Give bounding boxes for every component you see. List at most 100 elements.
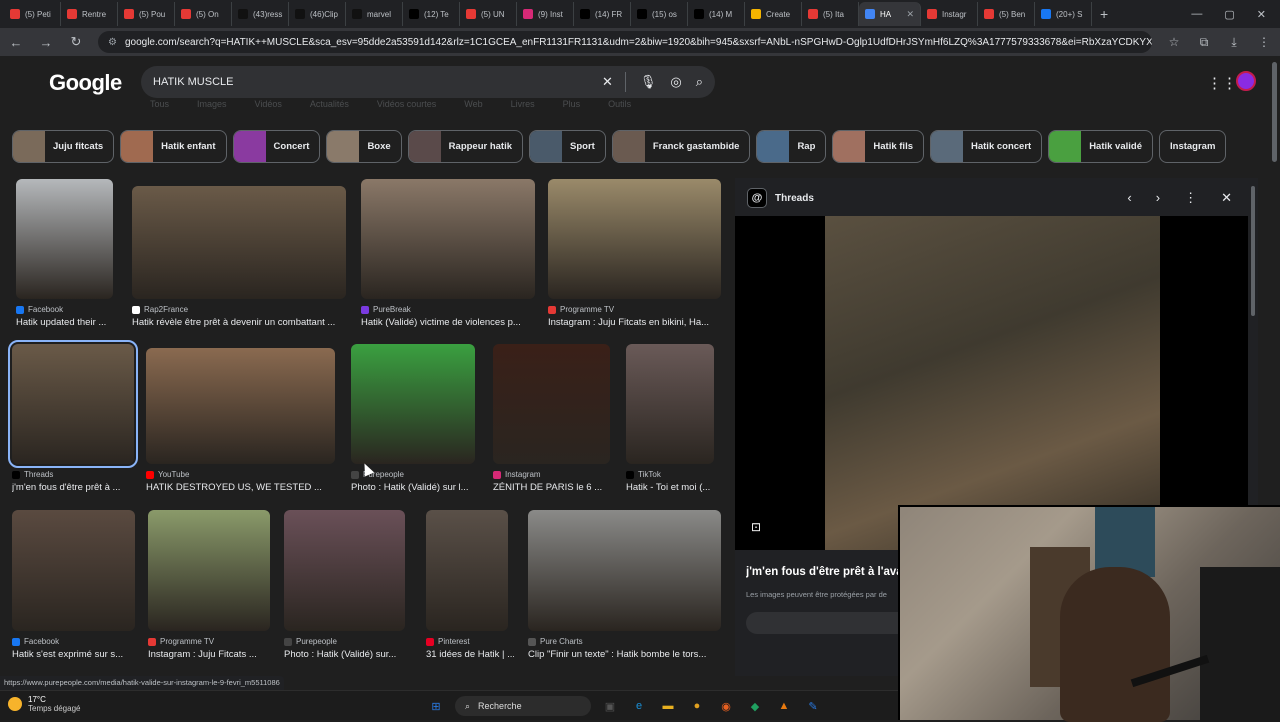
result-thumbnail[interactable] [351, 344, 475, 464]
chip-franck-gastambide[interactable]: Franck gastambide [611, 130, 751, 163]
mic-icon[interactable]: 🎙 [640, 74, 657, 90]
chip-concert[interactable]: Concert [232, 130, 321, 163]
result-source[interactable]: Facebook [12, 637, 141, 646]
image-result[interactable]: TikTok Hatik - Toi et moi (... [626, 344, 720, 493]
result-caption[interactable]: Hatik s'est exprimé sur s... [12, 649, 141, 660]
taskbar-search[interactable]: ⌕ Recherche [455, 696, 591, 716]
result-caption[interactable]: HATIK DESTROYED US, WE TESTED ... [146, 482, 341, 493]
address-bar[interactable]: ⚙ google.com/search?q=HATIK++MUSCLE&sca_… [98, 31, 1152, 53]
browser-tab[interactable]: (43)ress [232, 2, 289, 26]
panel-scrollbar[interactable] [1251, 186, 1255, 316]
search-subnav-item[interactable]: Tous [150, 99, 169, 109]
result-caption[interactable]: 31 idées de Hatik | ... [426, 649, 514, 660]
result-caption[interactable]: Photo : Hatik (Validé) sur... [284, 649, 411, 660]
explorer-icon[interactable]: ▬ [658, 696, 678, 716]
result-thumbnail[interactable] [132, 186, 346, 299]
search-subnav-item[interactable]: Vidéos courtes [377, 99, 436, 109]
firefox-icon[interactable]: ◉ [716, 696, 736, 716]
image-result[interactable]: Threads j'm'en fous d'être prêt à ... [8, 340, 140, 493]
result-caption[interactable]: Hatik (Validé) victime de violences p... [361, 317, 541, 328]
browser-tab[interactable]: (14) FR [574, 2, 631, 26]
chip-rappeur-hatik[interactable]: Rappeur hatik [407, 130, 524, 163]
vlc-icon[interactable]: ▲ [774, 696, 794, 716]
result-source[interactable]: YouTube [146, 470, 341, 479]
browser-tab[interactable]: (5) Ben [978, 2, 1035, 26]
search-subnav-item[interactable]: Vidéos [255, 99, 282, 109]
browser-tab[interactable]: (14) M [688, 2, 745, 26]
browser-tab[interactable]: (5) Peti [4, 2, 61, 26]
browser-tab[interactable]: (15) os [631, 2, 688, 26]
windows-start-icon[interactable]: ⊞ [426, 696, 446, 716]
reload-button[interactable]: ↻ [68, 34, 84, 50]
search-subnav-item[interactable]: Web [464, 99, 482, 109]
minimize-button[interactable]: — [1191, 8, 1202, 20]
download-icon[interactable]: ⤓ [1226, 35, 1242, 50]
app-icon[interactable]: ◆ [745, 696, 765, 716]
browser-menu-icon[interactable]: ⋮ [1256, 35, 1272, 49]
result-caption[interactable]: Instagram : Juju Fitcats en bikini, Ha..… [548, 317, 727, 328]
close-panel-icon[interactable]: ✕ [1221, 190, 1232, 206]
result-source[interactable]: PureBreak [361, 305, 541, 314]
result-thumbnail[interactable] [148, 510, 270, 631]
site-info-icon[interactable]: ⚙ [108, 37, 117, 48]
result-source[interactable]: Purepeople [284, 637, 411, 646]
forward-button[interactable]: → [38, 35, 54, 50]
browser-tab[interactable]: Rentre [61, 2, 118, 26]
new-tab-button[interactable]: + [1100, 6, 1108, 22]
result-caption[interactable]: Instagram : Juju Fitcats ... [148, 649, 276, 660]
tab-active[interactable]: HA ✕ [859, 2, 921, 26]
taskview-icon[interactable]: ▣ [600, 696, 620, 716]
image-result[interactable]: Facebook Hatik updated their ... [16, 179, 119, 328]
lens-icon[interactable]: ◎ [670, 74, 681, 90]
browser-tab[interactable]: (5) On [175, 2, 232, 26]
result-caption[interactable]: Hatik updated their ... [16, 317, 119, 328]
previous-icon[interactable]: ‹ [1127, 190, 1131, 206]
clear-icon[interactable]: ✕ [602, 74, 613, 90]
extensions-icon[interactable]: ⧉ [1196, 35, 1212, 50]
page-scrollbar[interactable] [1272, 62, 1277, 162]
search-box[interactable]: HATIK MUSCLE ✕ 🎙 ◎ ⌕ [141, 66, 715, 98]
browser-tab[interactable]: (5) UN [460, 2, 517, 26]
bookmark-star-icon[interactable]: ☆ [1166, 35, 1182, 49]
result-thumbnail[interactable] [8, 340, 138, 468]
result-caption[interactable]: Photo : Hatik (Validé) sur l... [351, 482, 481, 493]
chip-hatik-enfant[interactable]: Hatik enfant [120, 130, 227, 163]
result-caption[interactable]: Hatik - Toi et moi (... [626, 482, 720, 493]
next-icon[interactable]: › [1156, 190, 1160, 206]
tab-close-icon[interactable]: ✕ [906, 9, 914, 20]
maximize-button[interactable]: ▢ [1224, 8, 1234, 21]
browser-tab[interactable]: (46)Clip [289, 2, 346, 26]
chip-instagram[interactable]: Instagram [1159, 130, 1227, 163]
image-result[interactable]: PureBreak Hatik (Validé) victime de viole… [361, 179, 541, 328]
result-source[interactable]: Facebook [16, 305, 119, 314]
image-result[interactable]: Purepeople Photo : Hatik (Validé) sur... [284, 510, 411, 660]
chip-hatik-valid-[interactable]: Hatik validé [1048, 130, 1153, 163]
result-thumbnail[interactable] [12, 510, 135, 631]
result-thumbnail[interactable] [284, 510, 405, 631]
result-source[interactable]: Instagram [493, 470, 616, 479]
preview-image[interactable] [825, 216, 1160, 550]
avatar[interactable] [1236, 71, 1256, 91]
result-thumbnail[interactable] [146, 348, 335, 464]
chip-boxe[interactable]: Boxe [326, 130, 402, 163]
browser-tab[interactable]: Instagr [921, 2, 978, 26]
result-thumbnail[interactable] [493, 344, 610, 464]
search-subnav-item[interactable]: Livres [511, 99, 535, 109]
weather-widget[interactable]: 17°C Temps dégagé [8, 695, 80, 713]
image-result[interactable]: Facebook Hatik s'est exprimé sur s... [12, 510, 141, 660]
result-thumbnail[interactable] [626, 344, 714, 464]
search-subnav-item[interactable]: Images [197, 99, 227, 109]
app2-icon[interactable]: ✎ [803, 696, 823, 716]
result-thumbnail[interactable] [548, 179, 721, 299]
result-source[interactable]: Pure Charts [528, 637, 727, 646]
result-caption[interactable]: ZÉNITH DE PARIS le 6 ... [493, 482, 616, 493]
browser-tab[interactable]: (5) Pou [118, 2, 175, 26]
result-source[interactable]: Rap2France [132, 305, 352, 314]
image-result[interactable]: Rap2France Hatik révèle être prêt à deven… [132, 186, 352, 328]
result-caption[interactable]: Clip "Finir un texte" : Hatik bombe le t… [528, 649, 727, 660]
edge-icon[interactable]: e [629, 696, 649, 716]
browser-tab[interactable]: (5) Ita [802, 2, 859, 26]
result-thumbnail[interactable] [528, 510, 721, 631]
image-result[interactable]: Programme TV Instagram : Juju Fitcats en … [548, 179, 727, 328]
result-caption[interactable]: Hatik révèle être prêt à devenir un comb… [132, 317, 352, 328]
